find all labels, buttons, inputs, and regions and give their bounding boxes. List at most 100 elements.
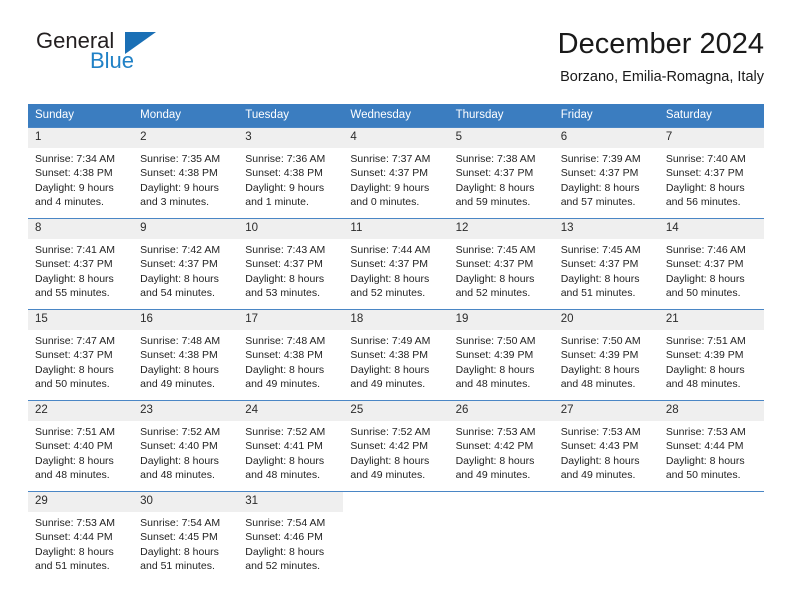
sunrise-text: Sunrise: 7:52 AM [140,426,221,438]
sunrise-text: Sunrise: 7:54 AM [245,517,326,529]
daylight-text-line1: Daylight: 8 hours [35,545,114,558]
daylight-text-line2: and 52 minutes. [245,559,320,572]
day-cell[interactable]: 10 Sunrise: 7:43 AM Sunset: 4:37 PM Dayl… [238,219,344,309]
daylight-text-line1: Daylight: 9 hours [245,181,325,194]
day-cell[interactable]: 1 Sunrise: 7:34 AM Sunset: 4:38 PM Dayli… [28,128,134,218]
daylight-text-line2: and 51 minutes. [140,559,215,572]
day-cell[interactable]: 16 Sunrise: 7:48 AM Sunset: 4:38 PM Dayl… [133,310,239,400]
day-number: 20 [553,310,659,330]
day-cell[interactable]: 15 Sunrise: 7:47 AM Sunset: 4:37 PM Dayl… [28,310,134,400]
day-cell[interactable]: 2 Sunrise: 7:35 AM Sunset: 4:38 PM Dayli… [133,128,239,218]
day-details: Sunrise: 7:40 AM Sunset: 4:37 PM Dayligh… [659,148,764,215]
day-cell[interactable]: 23 Sunrise: 7:52 AM Sunset: 4:40 PM Dayl… [133,401,239,491]
sunset-text: Sunset: 4:38 PM [245,167,323,180]
sunrise-text: Sunrise: 7:44 AM [350,244,431,256]
day-details: Sunrise: 7:35 AM Sunset: 4:38 PM Dayligh… [133,148,238,215]
day-cell[interactable]: 30 Sunrise: 7:54 AM Sunset: 4:45 PM Dayl… [133,492,239,582]
sunset-text: Sunset: 4:42 PM [455,440,534,453]
daylight-text-line1: Daylight: 9 hours [350,181,430,194]
sunset-text: Sunset: 4:46 PM [245,531,323,544]
day-cell[interactable]: 13 Sunrise: 7:45 AM Sunset: 4:37 PM Dayl… [553,219,659,309]
day-cell[interactable]: 20 Sunrise: 7:50 AM Sunset: 4:39 PM Dayl… [553,310,659,400]
weekday-header-sunday: Sunday [35,109,75,121]
daylight-text-line1: Daylight: 8 hours [560,181,640,194]
sunset-text: Sunset: 4:37 PM [560,167,639,180]
day-cell[interactable]: 27 Sunrise: 7:53 AM Sunset: 4:43 PM Dayl… [553,401,659,491]
sunrise-text: Sunrise: 7:38 AM [455,153,536,165]
day-details: Sunrise: 7:51 AM Sunset: 4:39 PM Dayligh… [659,330,764,397]
daylight-text-line1: Daylight: 8 hours [455,181,535,194]
day-cell[interactable]: 12 Sunrise: 7:45 AM Sunset: 4:37 PM Dayl… [448,219,554,309]
weekday-header-monday: Monday [140,109,182,121]
day-cell[interactable]: 24 Sunrise: 7:52 AM Sunset: 4:41 PM Dayl… [238,401,344,491]
sunrise-text: Sunrise: 7:39 AM [560,153,641,165]
sunrise-text: Sunrise: 7:35 AM [140,153,221,165]
daylight-text-line2: and 51 minutes. [35,559,110,572]
sunset-text: Sunset: 4:41 PM [245,440,323,453]
day-cell[interactable]: 22 Sunrise: 7:51 AM Sunset: 4:40 PM Dayl… [28,401,134,491]
day-number: 12 [448,219,554,239]
day-cell[interactable]: 6 Sunrise: 7:39 AM Sunset: 4:37 PM Dayli… [553,128,659,218]
day-cell[interactable]: 18 Sunrise: 7:49 AM Sunset: 4:38 PM Dayl… [343,310,449,400]
daylight-text-line1: Daylight: 8 hours [140,545,219,558]
day-cell[interactable]: 14 Sunrise: 7:46 AM Sunset: 4:37 PM Dayl… [658,219,764,309]
daylight-text-line2: and 49 minutes. [560,468,636,481]
day-cell[interactable]: 11 Sunrise: 7:44 AM Sunset: 4:37 PM Dayl… [343,219,449,309]
day-cell[interactable]: 25 Sunrise: 7:52 AM Sunset: 4:42 PM Dayl… [343,401,449,491]
day-cell[interactable]: 4 Sunrise: 7:37 AM Sunset: 4:37 PM Dayli… [343,128,449,218]
sunrise-text: Sunrise: 7:48 AM [140,335,221,347]
day-cell[interactable]: 19 Sunrise: 7:50 AM Sunset: 4:39 PM Dayl… [448,310,554,400]
sunrise-text: Sunrise: 7:45 AM [560,244,641,256]
day-details: Sunrise: 7:50 AM Sunset: 4:39 PM Dayligh… [554,330,659,397]
sunrise-text: Sunrise: 7:50 AM [560,335,641,347]
day-details: Sunrise: 7:47 AM Sunset: 4:37 PM Dayligh… [28,330,133,397]
day-cell[interactable]: 28 Sunrise: 7:53 AM Sunset: 4:44 PM Dayl… [658,401,764,491]
sunset-text: Sunset: 4:39 PM [665,349,744,362]
day-number: 18 [343,310,449,330]
day-cell[interactable]: 31 Sunrise: 7:54 AM Sunset: 4:46 PM Dayl… [238,492,344,582]
sunrise-text: Sunrise: 7:48 AM [245,335,326,347]
sunrise-text: Sunrise: 7:51 AM [665,335,746,347]
daylight-text-line2: and 49 minutes. [350,468,426,481]
weekday-header-thursday: Thursday [455,109,504,121]
sunrise-text: Sunrise: 7:46 AM [665,244,746,256]
day-cell[interactable]: 26 Sunrise: 7:53 AM Sunset: 4:42 PM Dayl… [448,401,554,491]
daylight-text-line2: and 49 minutes. [350,377,426,390]
day-cell[interactable]: 7 Sunrise: 7:40 AM Sunset: 4:37 PM Dayli… [658,128,764,218]
day-number: 5 [448,128,554,148]
sunset-text: Sunset: 4:37 PM [560,258,639,271]
day-number: 30 [133,492,239,512]
day-cell[interactable]: 21 Sunrise: 7:51 AM Sunset: 4:39 PM Dayl… [658,310,764,400]
weekday-header-wednesday: Wednesday [350,109,411,121]
daylight-text-line2: and 49 minutes. [140,377,215,390]
daylight-text-line1: Daylight: 8 hours [560,272,640,285]
day-number: 16 [133,310,239,330]
daylight-text-line1: Daylight: 8 hours [455,454,535,467]
daylight-text-line1: Daylight: 8 hours [455,272,535,285]
day-cell[interactable]: 29 Sunrise: 7:53 AM Sunset: 4:44 PM Dayl… [28,492,134,582]
day-details: Sunrise: 7:50 AM Sunset: 4:39 PM Dayligh… [449,330,554,397]
sunrise-text: Sunrise: 7:41 AM [35,244,115,256]
day-details: Sunrise: 7:52 AM Sunset: 4:41 PM Dayligh… [238,421,343,488]
daylight-text-line1: Daylight: 8 hours [665,454,745,467]
sunrise-text: Sunrise: 7:53 AM [665,426,746,438]
day-details: Sunrise: 7:38 AM Sunset: 4:37 PM Dayligh… [449,148,554,215]
week-row: 15 Sunrise: 7:47 AM Sunset: 4:37 PM Dayl… [28,309,764,400]
day-number [554,492,659,512]
day-cell[interactable]: 5 Sunrise: 7:38 AM Sunset: 4:37 PM Dayli… [448,128,554,218]
sunset-text: Sunset: 4:45 PM [140,531,218,544]
day-details: Sunrise: 7:42 AM Sunset: 4:37 PM Dayligh… [133,239,238,306]
daylight-text-line2: and 51 minutes. [560,286,636,299]
sunset-text: Sunset: 4:38 PM [140,167,218,180]
day-details: Sunrise: 7:52 AM Sunset: 4:42 PM Dayligh… [343,421,448,488]
day-details: Sunrise: 7:48 AM Sunset: 4:38 PM Dayligh… [133,330,238,397]
day-details: Sunrise: 7:52 AM Sunset: 4:40 PM Dayligh… [133,421,238,488]
day-cell[interactable]: 3 Sunrise: 7:36 AM Sunset: 4:38 PM Dayli… [238,128,344,218]
daylight-text-line2: and 0 minutes. [350,195,420,208]
day-cell[interactable]: 9 Sunrise: 7:42 AM Sunset: 4:37 PM Dayli… [133,219,239,309]
sunrise-text: Sunrise: 7:37 AM [350,153,431,165]
day-details: Sunrise: 7:48 AM Sunset: 4:38 PM Dayligh… [238,330,343,397]
day-cell[interactable]: 17 Sunrise: 7:48 AM Sunset: 4:38 PM Dayl… [238,310,344,400]
day-cell[interactable]: 8 Sunrise: 7:41 AM Sunset: 4:37 PM Dayli… [28,219,134,309]
brand-logo[interactable]: General Blue [28,26,248,88]
